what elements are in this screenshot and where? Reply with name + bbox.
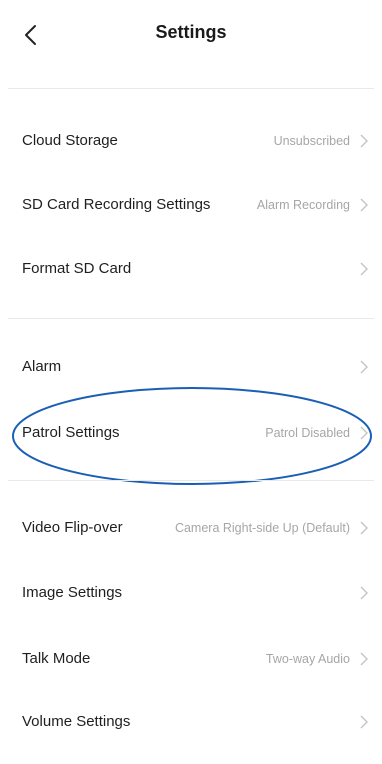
chevron-right-icon: [358, 651, 370, 667]
chevron-right-icon: [358, 261, 370, 277]
settings-item-label: Alarm: [22, 358, 62, 375]
settings-item-format-sd-card[interactable]: Format SD Card: [0, 238, 382, 302]
chevron-right-icon: [358, 359, 370, 375]
settings-item-label: Cloud Storage: [22, 132, 118, 149]
settings-item-talk-mode[interactable]: Talk Mode Two-way Audio: [0, 628, 382, 692]
settings-item-patrol-settings[interactable]: Patrol Settings Patrol Disabled: [0, 402, 382, 466]
chevron-right-icon: [358, 133, 370, 149]
settings-item-label: Video Flip-over: [22, 519, 123, 536]
settings-item-label: Patrol Settings: [22, 424, 120, 441]
divider: [8, 88, 374, 89]
settings-item-value: Camera Right-side Up (Default): [174, 521, 350, 535]
page-title: Settings: [155, 22, 227, 42]
chevron-right-icon: [358, 197, 370, 213]
settings-item-label: SD Card Recording Settings: [22, 196, 211, 213]
settings-item-cloud-storage[interactable]: Cloud Storage Unsubscribed: [0, 110, 382, 174]
chevron-right-icon: [358, 714, 370, 730]
settings-item-video-flip[interactable]: Video Flip-over Camera Right-side Up (De…: [0, 497, 382, 561]
chevron-right-icon: [358, 585, 370, 601]
settings-item-value: Unsubscribed: [273, 134, 350, 148]
settings-item-value: Alarm Recording: [256, 198, 350, 212]
settings-item-label: Talk Mode: [22, 650, 91, 667]
divider: [8, 480, 374, 481]
settings-item-value: Two-way Audio: [265, 652, 350, 666]
top-bar: Settings: [0, 0, 382, 68]
settings-item-sd-card-recording[interactable]: SD Card Recording Settings Alarm Recordi…: [0, 174, 382, 238]
settings-item-volume-settings[interactable]: Volume Settings: [0, 691, 382, 755]
settings-item-value: Patrol Disabled: [265, 426, 350, 440]
settings-item-label: Format SD Card: [22, 260, 132, 277]
divider: [8, 318, 374, 319]
chevron-right-icon: [358, 520, 370, 536]
settings-item-label: Image Settings: [22, 584, 123, 601]
settings-item-alarm[interactable]: Alarm: [0, 336, 382, 400]
settings-item-image-settings[interactable]: Image Settings: [0, 562, 382, 626]
settings-item-label: Volume Settings: [22, 713, 131, 730]
chevron-right-icon: [358, 425, 370, 441]
